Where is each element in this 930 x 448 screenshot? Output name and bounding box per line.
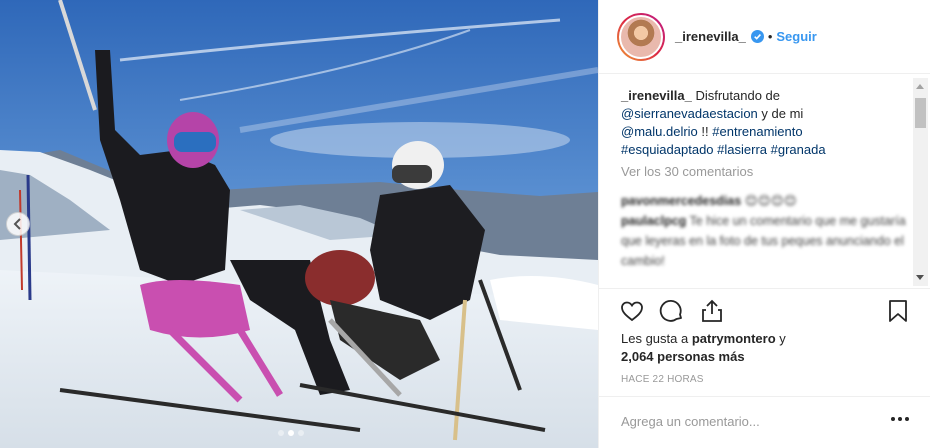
caption-text: !!: [701, 124, 709, 139]
carousel-dot: [298, 430, 304, 436]
scrollbar-thumb[interactable]: [915, 98, 926, 128]
scroll-down-arrow-icon[interactable]: [916, 275, 924, 280]
carousel-dot-active: [288, 430, 294, 436]
view-comments-link[interactable]: Ver los 30 comentarios: [599, 159, 930, 181]
comments-scrollbar[interactable]: [913, 78, 928, 286]
post-image: [0, 0, 598, 448]
post-timestamp[interactable]: HACE 22 HORAS: [621, 374, 704, 385]
dot: [898, 417, 902, 421]
blurred-comments: pavonmercedesdias 😊😊😊😊 paulaclpcg Te hic…: [599, 181, 930, 271]
caption-text: y de mi: [761, 106, 804, 121]
post-actions: [599, 288, 930, 330]
username-link[interactable]: _irenevilla_: [675, 29, 746, 44]
share-icon[interactable]: [699, 298, 725, 324]
verified-badge-icon: [750, 30, 764, 43]
post-details-panel: _irenevilla_ • Seguir _irenevilla_ Disfr…: [598, 0, 930, 448]
scroll-up-arrow-icon[interactable]: [916, 84, 924, 89]
more-options-icon[interactable]: [891, 417, 909, 421]
liked-by-user-link[interactable]: patrymontero: [692, 331, 776, 346]
add-comment-input[interactable]: Agrega un comentario...: [621, 414, 760, 429]
comment-item: paulaclpcg Te hice un comentario que me …: [621, 211, 909, 271]
heart-icon[interactable]: [619, 298, 645, 324]
likes-summary: Les gusta a patrymontero y 2,064 persona…: [621, 330, 786, 366]
comment-bubble-icon[interactable]: [659, 298, 685, 324]
post-header: _irenevilla_ • Seguir: [599, 0, 930, 74]
likes-prefix: Les gusta a: [621, 331, 689, 346]
hashtag-link[interactable]: #lasierra: [717, 142, 767, 157]
caption-username[interactable]: _irenevilla_: [621, 88, 692, 103]
caption-text: Disfrutando de: [695, 88, 781, 103]
avatar[interactable]: [619, 14, 663, 59]
follow-button[interactable]: Seguir: [776, 29, 816, 44]
bookmark-icon[interactable]: [885, 298, 911, 324]
mention-link[interactable]: @sierranevadaestacion: [621, 106, 758, 121]
dot: [891, 417, 895, 421]
comment-text: 😊😊😊😊: [744, 194, 797, 208]
add-comment-bar: Agrega un comentario...: [599, 396, 930, 448]
header-separator: •: [767, 29, 773, 44]
comments-section[interactable]: _irenevilla_ Disfrutando de @sierranevad…: [599, 75, 930, 288]
hashtag-link[interactable]: #entrenamiento: [712, 124, 802, 139]
avatar-story-ring[interactable]: [617, 12, 665, 61]
chevron-left-icon: [13, 218, 21, 230]
dot: [905, 417, 909, 421]
likes-conj: y: [779, 331, 786, 346]
post-caption: _irenevilla_ Disfrutando de @sierranevad…: [599, 75, 899, 159]
comment-username[interactable]: paulaclpcg: [621, 214, 686, 228]
hashtag-link[interactable]: #esquiadaptado: [621, 142, 714, 157]
post-photo[interactable]: [0, 0, 598, 448]
previous-photo-button[interactable]: [6, 212, 30, 236]
mention-link[interactable]: @malu.delrio: [621, 124, 698, 139]
carousel-indicator: [278, 430, 304, 436]
comment-item: pavonmercedesdias 😊😊😊😊: [621, 191, 909, 211]
carousel-dot: [278, 430, 284, 436]
hashtag-link[interactable]: #granada: [771, 142, 826, 157]
comment-username[interactable]: pavonmercedesdias: [621, 194, 741, 208]
likes-count-link[interactable]: 2,064 personas más: [621, 349, 745, 364]
